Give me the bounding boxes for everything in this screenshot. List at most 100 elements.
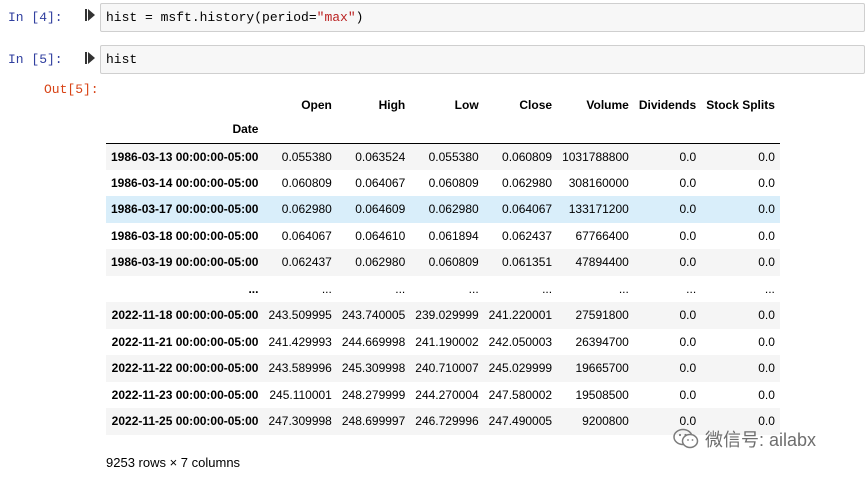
table-row[interactable]: 2022-11-23 00:00:00-05:00 245.110001 248.2…	[106, 382, 780, 409]
column-header-row: Open High Low Close Volume Dividends Stock Spl…	[106, 94, 780, 116]
table-cell: 0.0	[679, 202, 697, 217]
code-text: hist = msft.history(period="max")	[106, 10, 364, 25]
row-index: 1986-03-18 00:00:00-05:00	[111, 228, 259, 243]
table-cell: 0.061894	[428, 228, 479, 243]
watermark: 微信号: ailabx	[673, 426, 816, 452]
index-name-spacer	[410, 116, 483, 143]
table-cell: 27591800	[575, 308, 629, 323]
table-cell: 0.062980	[428, 202, 479, 217]
code-editor[interactable]: hist = msft.history(period="max")	[100, 3, 865, 32]
table-cell: 243.509995	[268, 308, 332, 323]
column-header: Stock Splits	[706, 98, 775, 112]
table-row[interactable]: 1986-03-17 00:00:00-05:00 0.062980 0.06460…	[106, 196, 780, 223]
run-cell-icon[interactable]	[85, 9, 95, 21]
table-cell: 133171200	[568, 202, 629, 217]
table-cell: 19665700	[575, 361, 629, 376]
output-prompt: Out[5]:	[44, 82, 99, 97]
table-cell: 247.309998	[268, 414, 332, 429]
table-cell: 0.064067	[502, 202, 553, 217]
table-cell: 0.0	[758, 202, 775, 217]
table-cell: 0.060809	[428, 175, 479, 190]
table-row[interactable]: 1986-03-19 00:00:00-05:00 0.062437 0.06298…	[106, 249, 780, 276]
row-index: 2022-11-18 00:00:00-05:00	[111, 308, 259, 323]
table-cell: 0.0	[679, 255, 697, 270]
table-cell: 247.490005	[488, 414, 553, 429]
row-index: 2022-11-22 00:00:00-05:00	[111, 361, 259, 376]
column-header: Open	[301, 98, 332, 112]
table-cell: 248.279999	[341, 387, 406, 402]
table-cell: 0.061351	[502, 255, 553, 270]
code-editor[interactable]: hist	[100, 45, 865, 74]
column-header: High	[378, 98, 406, 112]
input-prompt: In [4]:	[8, 10, 63, 25]
table-cell: ...	[764, 281, 775, 296]
wechat-icon	[673, 428, 699, 449]
table-cell: 241.220001	[488, 308, 553, 323]
table-row[interactable]: 2022-11-18 00:00:00-05:00 243.509995 243.7…	[106, 302, 780, 329]
table-cell: 19508500	[575, 387, 629, 402]
table-cell: 0.0	[679, 149, 697, 164]
index-name-spacer	[263, 116, 336, 143]
table-cell: 0.0	[758, 361, 775, 376]
table-row[interactable]: ........................	[106, 276, 780, 303]
table-cell: 0.064610	[355, 228, 406, 243]
table-cell: 0.064609	[355, 202, 406, 217]
row-index: 1986-03-14 00:00:00-05:00	[111, 175, 259, 190]
table-cell: ...	[395, 281, 406, 296]
code-text: hist	[106, 52, 138, 67]
column-header: Close	[519, 98, 553, 112]
table-cell: 242.050003	[488, 334, 553, 349]
table-cell: 0.0	[679, 387, 697, 402]
table-cell: ...	[468, 281, 479, 296]
row-index: 1986-03-17 00:00:00-05:00	[111, 202, 259, 217]
table-cell: 0.064067	[355, 175, 406, 190]
table-cell: 0.055380	[428, 149, 479, 164]
table-row[interactable]: 1986-03-14 00:00:00-05:00 0.060809 0.06406…	[106, 170, 780, 197]
table-cell: 248.699997	[341, 414, 406, 429]
index-name-spacer	[337, 116, 410, 143]
table-cell: 0.0	[758, 228, 775, 243]
run-cell-icon[interactable]	[85, 52, 95, 64]
table-cell: 0.0	[758, 255, 775, 270]
table-cell: ...	[686, 281, 697, 296]
table-cell: 308160000	[568, 175, 629, 190]
table-cell: 0.062437	[502, 228, 553, 243]
table-cell: 47894400	[575, 255, 629, 270]
table-cell: 244.270004	[415, 387, 479, 402]
table-row[interactable]: 1986-03-18 00:00:00-05:00 0.064067 0.06461…	[106, 223, 780, 250]
table-cell: 245.309998	[341, 361, 406, 376]
table-cell: 0.0	[758, 175, 775, 190]
table-cell: 245.029999	[488, 361, 553, 376]
table-row[interactable]: 2022-11-21 00:00:00-05:00 241.429993 244.6…	[106, 329, 780, 356]
table-row[interactable]: 2022-11-22 00:00:00-05:00 243.589996 245.3…	[106, 355, 780, 382]
index-name-spacer	[484, 116, 557, 143]
table-cell: 0.0	[758, 308, 775, 323]
index-corner	[106, 94, 263, 116]
table-cell: 0.060809	[428, 255, 479, 270]
table-cell: 0.062980	[502, 175, 553, 190]
table-cell: 0.0	[758, 387, 775, 402]
table-cell: 0.0	[679, 361, 697, 376]
table-cell: 1031788800	[562, 149, 629, 164]
table-cell: 241.190002	[415, 334, 479, 349]
table-cell: 245.110001	[269, 387, 332, 402]
table-cell: 67766400	[575, 228, 629, 243]
table-cell: 241.429993	[268, 334, 332, 349]
dataframe-shape: 9253 rows × 7 columns	[106, 455, 241, 470]
index-name-spacer	[634, 116, 701, 143]
watermark-text: 微信号: ailabx	[705, 430, 817, 450]
table-cell: 243.740005	[341, 308, 406, 323]
table-cell: 0.063524	[355, 149, 406, 164]
row-index: 1986-03-13 00:00:00-05:00	[111, 149, 259, 164]
table-cell: 244.669998	[341, 334, 406, 349]
table-cell: ...	[321, 281, 332, 296]
table-cell: 26394700	[575, 334, 629, 349]
table-cell: 247.580002	[488, 387, 553, 402]
table-cell: 0.0	[758, 334, 775, 349]
table-cell: 9200800	[582, 414, 629, 429]
table-cell: 0.060809	[502, 149, 553, 164]
dataframe-table: Open High Low Close Volume Dividends Stock Spl…	[106, 94, 780, 435]
table-cell: 0.0	[758, 149, 775, 164]
notebook-cell-4[interactable]: In [4]: hist = msft.history(period="max"…	[0, 0, 865, 38]
table-row[interactable]: 1986-03-13 00:00:00-05:00 0.055380 0.06352…	[106, 143, 780, 170]
